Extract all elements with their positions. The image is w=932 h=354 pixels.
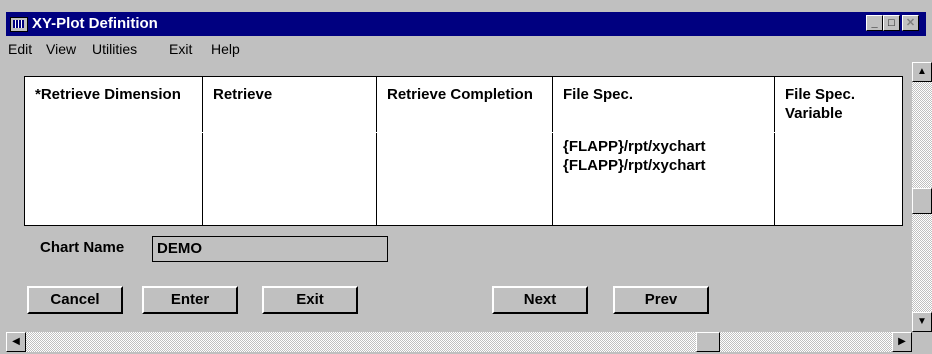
maximize-button[interactable]: □ [883, 15, 900, 31]
scroll-up-icon[interactable]: ▲ [912, 62, 932, 82]
column-retrieve-dimension[interactable]: *Retrieve Dimension [25, 77, 203, 225]
header-file-spec: File Spec. [563, 86, 634, 103]
minimize-button[interactable]: _ [866, 15, 883, 31]
menu-bar: Edit View Utilities Exit Help [6, 38, 926, 60]
next-button[interactable]: Next [492, 286, 588, 314]
scroll-right-icon[interactable]: ▶ [892, 332, 912, 352]
header-retrieve-completion: Retrieve Completion [387, 86, 533, 103]
menu-help[interactable]: Help [211, 41, 240, 57]
close-button[interactable]: ✕ [902, 15, 919, 31]
exit-button[interactable]: Exit [262, 286, 358, 314]
vertical-scrollbar[interactable]: ▲ ▼ [912, 62, 932, 332]
app-window-icon[interactable] [10, 17, 28, 32]
retrieve-grid: *Retrieve Dimension Retrieve Retrieve Co… [24, 76, 903, 226]
horizontal-scroll-thumb[interactable] [696, 332, 720, 352]
menu-utilities[interactable]: Utilities [92, 41, 137, 57]
chart-name-field[interactable]: DEMO [152, 236, 388, 262]
xy-plot-window: XY-Plot Definition _ □ ✕ Edit View Utili… [0, 0, 932, 354]
column-retrieve[interactable]: Retrieve [203, 77, 377, 225]
cell-file-spec-row-1[interactable]: {FLAPP}/rpt/xychart [563, 137, 706, 156]
chart-name-label: Chart Name [40, 239, 125, 256]
window-title: XY-Plot Definition [32, 15, 158, 32]
header-retrieve-dimension: *Retrieve Dimension [35, 86, 181, 103]
header-file-spec-variable: File Spec. Variable [785, 86, 856, 122]
enter-button[interactable]: Enter [142, 286, 238, 314]
scroll-down-icon[interactable]: ▼ [912, 312, 932, 332]
horizontal-scrollbar[interactable]: ◀ ▶ [6, 332, 912, 352]
column-retrieve-completion[interactable]: Retrieve Completion [377, 77, 553, 225]
menu-exit[interactable]: Exit [169, 41, 192, 57]
cell-file-spec-row-2[interactable]: {FLAPP}/rpt/xychart [563, 156, 706, 175]
menu-view[interactable]: View [46, 41, 76, 57]
prev-button[interactable]: Prev [613, 286, 709, 314]
header-retrieve: Retrieve [213, 86, 273, 103]
title-bar[interactable]: XY-Plot Definition _ □ ✕ [6, 12, 926, 36]
header-divider [25, 132, 902, 133]
column-file-spec[interactable]: File Spec. {FLAPP}/rpt/xychart {FLAPP}/r… [553, 77, 775, 225]
form-area: *Retrieve Dimension Retrieve Retrieve Co… [6, 62, 906, 330]
cancel-button[interactable]: Cancel [27, 286, 123, 314]
column-file-spec-variable[interactable]: File Spec. Variable [775, 77, 901, 225]
menu-edit[interactable]: Edit [8, 41, 32, 57]
vertical-scroll-thumb[interactable] [912, 188, 932, 214]
scroll-left-icon[interactable]: ◀ [6, 332, 26, 352]
